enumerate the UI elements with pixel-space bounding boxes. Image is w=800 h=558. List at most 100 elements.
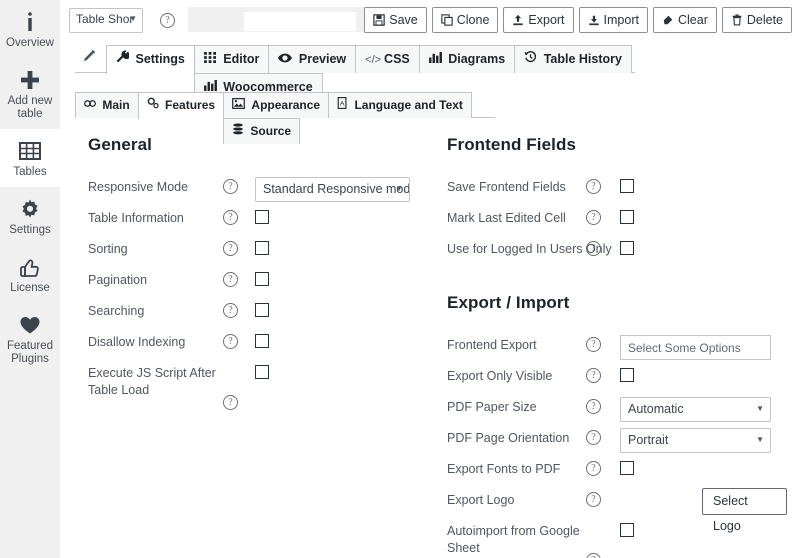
checkbox-sorting[interactable] xyxy=(255,241,269,255)
help-icon-disallow-indexing[interactable]: ? xyxy=(223,334,238,349)
import-label: Import xyxy=(604,8,639,32)
help-icon-frontend-export[interactable]: ? xyxy=(586,337,601,352)
trash-icon xyxy=(731,14,743,26)
sidebar-item-settings[interactable]: Settings xyxy=(0,187,60,245)
sidebar: Overview Add new table Tables xyxy=(0,0,60,558)
checkbox-mark-last-edited-cell[interactable] xyxy=(620,210,634,224)
help-icon-execute-js-script[interactable]: ? xyxy=(223,395,238,410)
heart-icon xyxy=(2,312,58,338)
sidebar-item-license[interactable]: License xyxy=(0,245,60,303)
setting-row-export-only-visible: Export Only Visible ? xyxy=(447,362,787,392)
label-export-logo: Export Logo xyxy=(447,492,637,509)
tab-diagrams[interactable]: Diagrams xyxy=(419,45,515,73)
help-icon-export-logo[interactable]: ? xyxy=(586,492,601,507)
input-frontend-export[interactable]: Select Some Options xyxy=(620,335,771,360)
subtab-language-and-text-label: Language and Text xyxy=(354,98,462,112)
select-logo-button[interactable]: Select Logo xyxy=(702,488,787,515)
subtab-appearance[interactable]: Appearance xyxy=(223,92,329,118)
setting-row-searching: Searching ? xyxy=(88,297,418,327)
tab-preview[interactable]: Preview xyxy=(268,45,356,73)
sidebar-item-featured-plugins[interactable]: Featured Plugins xyxy=(0,303,60,374)
sub-tab-bar: Main Features Appearance A Language and … xyxy=(75,92,495,118)
sidebar-label-license: License xyxy=(2,282,58,295)
export-button[interactable]: Export xyxy=(503,7,573,33)
eraser-icon xyxy=(662,14,674,26)
clear-button[interactable]: Clear xyxy=(653,7,717,33)
eye-icon xyxy=(278,52,295,66)
sidebar-item-overview[interactable]: Overview xyxy=(0,0,60,58)
chevron-down-icon: ▼ xyxy=(129,14,137,23)
save-button[interactable]: Save xyxy=(364,7,427,33)
chevron-down-icon: ▼ xyxy=(395,184,403,193)
checkbox-disallow-indexing[interactable] xyxy=(255,334,269,348)
help-icon-responsive-mode[interactable]: ? xyxy=(223,179,238,194)
checkbox-table-information[interactable] xyxy=(255,210,269,224)
table-shortcode-value: Table Shor xyxy=(76,12,133,26)
select-pdf-paper-size[interactable]: Automatic ▼ xyxy=(620,397,771,422)
sidebar-item-tables[interactable]: Tables xyxy=(0,129,60,187)
setting-row-pdf-paper-size: PDF Paper Size ? Automatic ▼ xyxy=(447,393,787,423)
setting-row-mark-last-edited-cell: Mark Last Edited Cell ? xyxy=(447,204,787,234)
checkbox-searching[interactable] xyxy=(255,303,269,317)
export-import-section-title: Export / Import xyxy=(447,293,787,313)
tab-css-label: CSS xyxy=(384,52,410,66)
help-icon-searching[interactable]: ? xyxy=(223,303,238,318)
help-icon-pagination[interactable]: ? xyxy=(223,272,238,287)
help-icon-save-frontend-fields[interactable]: ? xyxy=(586,179,601,194)
table-grid-icon xyxy=(2,138,58,164)
main-tab-bar: Settings Editor Preview </>CSS Diagrams … xyxy=(75,45,635,73)
select-responsive-mode[interactable]: Standard Responsive mode ▼ xyxy=(255,177,410,202)
tab-table-history[interactable]: Table History xyxy=(514,45,632,73)
tab-editor-label: Editor xyxy=(223,52,259,66)
tab-edit-title[interactable] xyxy=(75,45,107,73)
tab-settings-label: Settings xyxy=(135,52,184,66)
general-section-title: General xyxy=(88,135,418,155)
checkbox-use-for-logged-in-users-only[interactable] xyxy=(620,241,634,255)
plugin-admin-page: Overview Add new table Tables xyxy=(0,0,800,558)
clone-label: Clone xyxy=(457,8,490,32)
checkbox-export-fonts-to-pdf[interactable] xyxy=(620,461,634,475)
toolbar-button-group: Save Clone Export Import xyxy=(364,7,792,33)
import-download-icon xyxy=(588,14,600,26)
checkbox-autoimport-google-sheet[interactable] xyxy=(620,523,634,537)
tab-editor[interactable]: Editor xyxy=(194,45,270,73)
history-icon xyxy=(524,52,540,66)
checkbox-execute-js-script[interactable] xyxy=(255,365,269,379)
checkbox-save-frontend-fields[interactable] xyxy=(620,179,634,193)
setting-row-disallow-indexing: Disallow Indexing ? xyxy=(88,328,418,358)
tab-css[interactable]: </>CSS xyxy=(355,45,420,73)
tab-settings[interactable]: Settings xyxy=(106,45,195,74)
help-icon-pdf-paper-size[interactable]: ? xyxy=(586,399,601,414)
features-gears-icon xyxy=(147,98,162,112)
help-icon-table-information[interactable]: ? xyxy=(223,210,238,225)
sidebar-label-featured-plugins: Featured Plugins xyxy=(2,340,58,366)
subtab-main-label: Main xyxy=(102,98,129,112)
clone-button[interactable]: Clone xyxy=(432,7,499,33)
select-pdf-page-orientation[interactable]: Portrait ▼ xyxy=(620,428,771,453)
help-icon-export-fonts-to-pdf[interactable]: ? xyxy=(586,461,601,476)
help-icon-pdf-page-orientation[interactable]: ? xyxy=(586,430,601,445)
sidebar-item-add-new-table[interactable]: Add new table xyxy=(0,58,60,129)
help-icon-use-for-logged-in-users-only[interactable]: ? xyxy=(586,241,601,256)
sidebar-label-overview: Overview xyxy=(2,37,58,50)
checkbox-pagination[interactable] xyxy=(255,272,269,286)
general-panel: General Responsive Mode ? Standard Respo… xyxy=(88,135,418,420)
import-button[interactable]: Import xyxy=(579,7,648,33)
search-input[interactable] xyxy=(244,12,356,31)
subtab-features[interactable]: Features xyxy=(138,92,224,119)
help-icon-mark-last-edited-cell[interactable]: ? xyxy=(586,210,601,225)
label-autoimport-google-sheet: Autoimport from Google Sheet xyxy=(447,523,612,557)
help-icon[interactable]: ? xyxy=(160,13,175,28)
subtab-appearance-label: Appearance xyxy=(251,98,320,112)
subtab-main[interactable]: Main xyxy=(75,92,139,118)
code-icon: </> xyxy=(365,54,381,66)
table-shortcode-select[interactable]: Table Shor ▼ xyxy=(69,8,143,33)
checkbox-export-only-visible[interactable] xyxy=(620,368,634,382)
pencil-icon xyxy=(83,51,96,65)
help-icon-sorting[interactable]: ? xyxy=(223,241,238,256)
subtab-features-label: Features xyxy=(165,98,215,112)
help-icon-export-only-visible[interactable]: ? xyxy=(586,368,601,383)
subtab-language-and-text[interactable]: A Language and Text xyxy=(328,92,472,118)
delete-button[interactable]: Delete xyxy=(722,7,792,33)
language-icon: A xyxy=(337,98,351,112)
